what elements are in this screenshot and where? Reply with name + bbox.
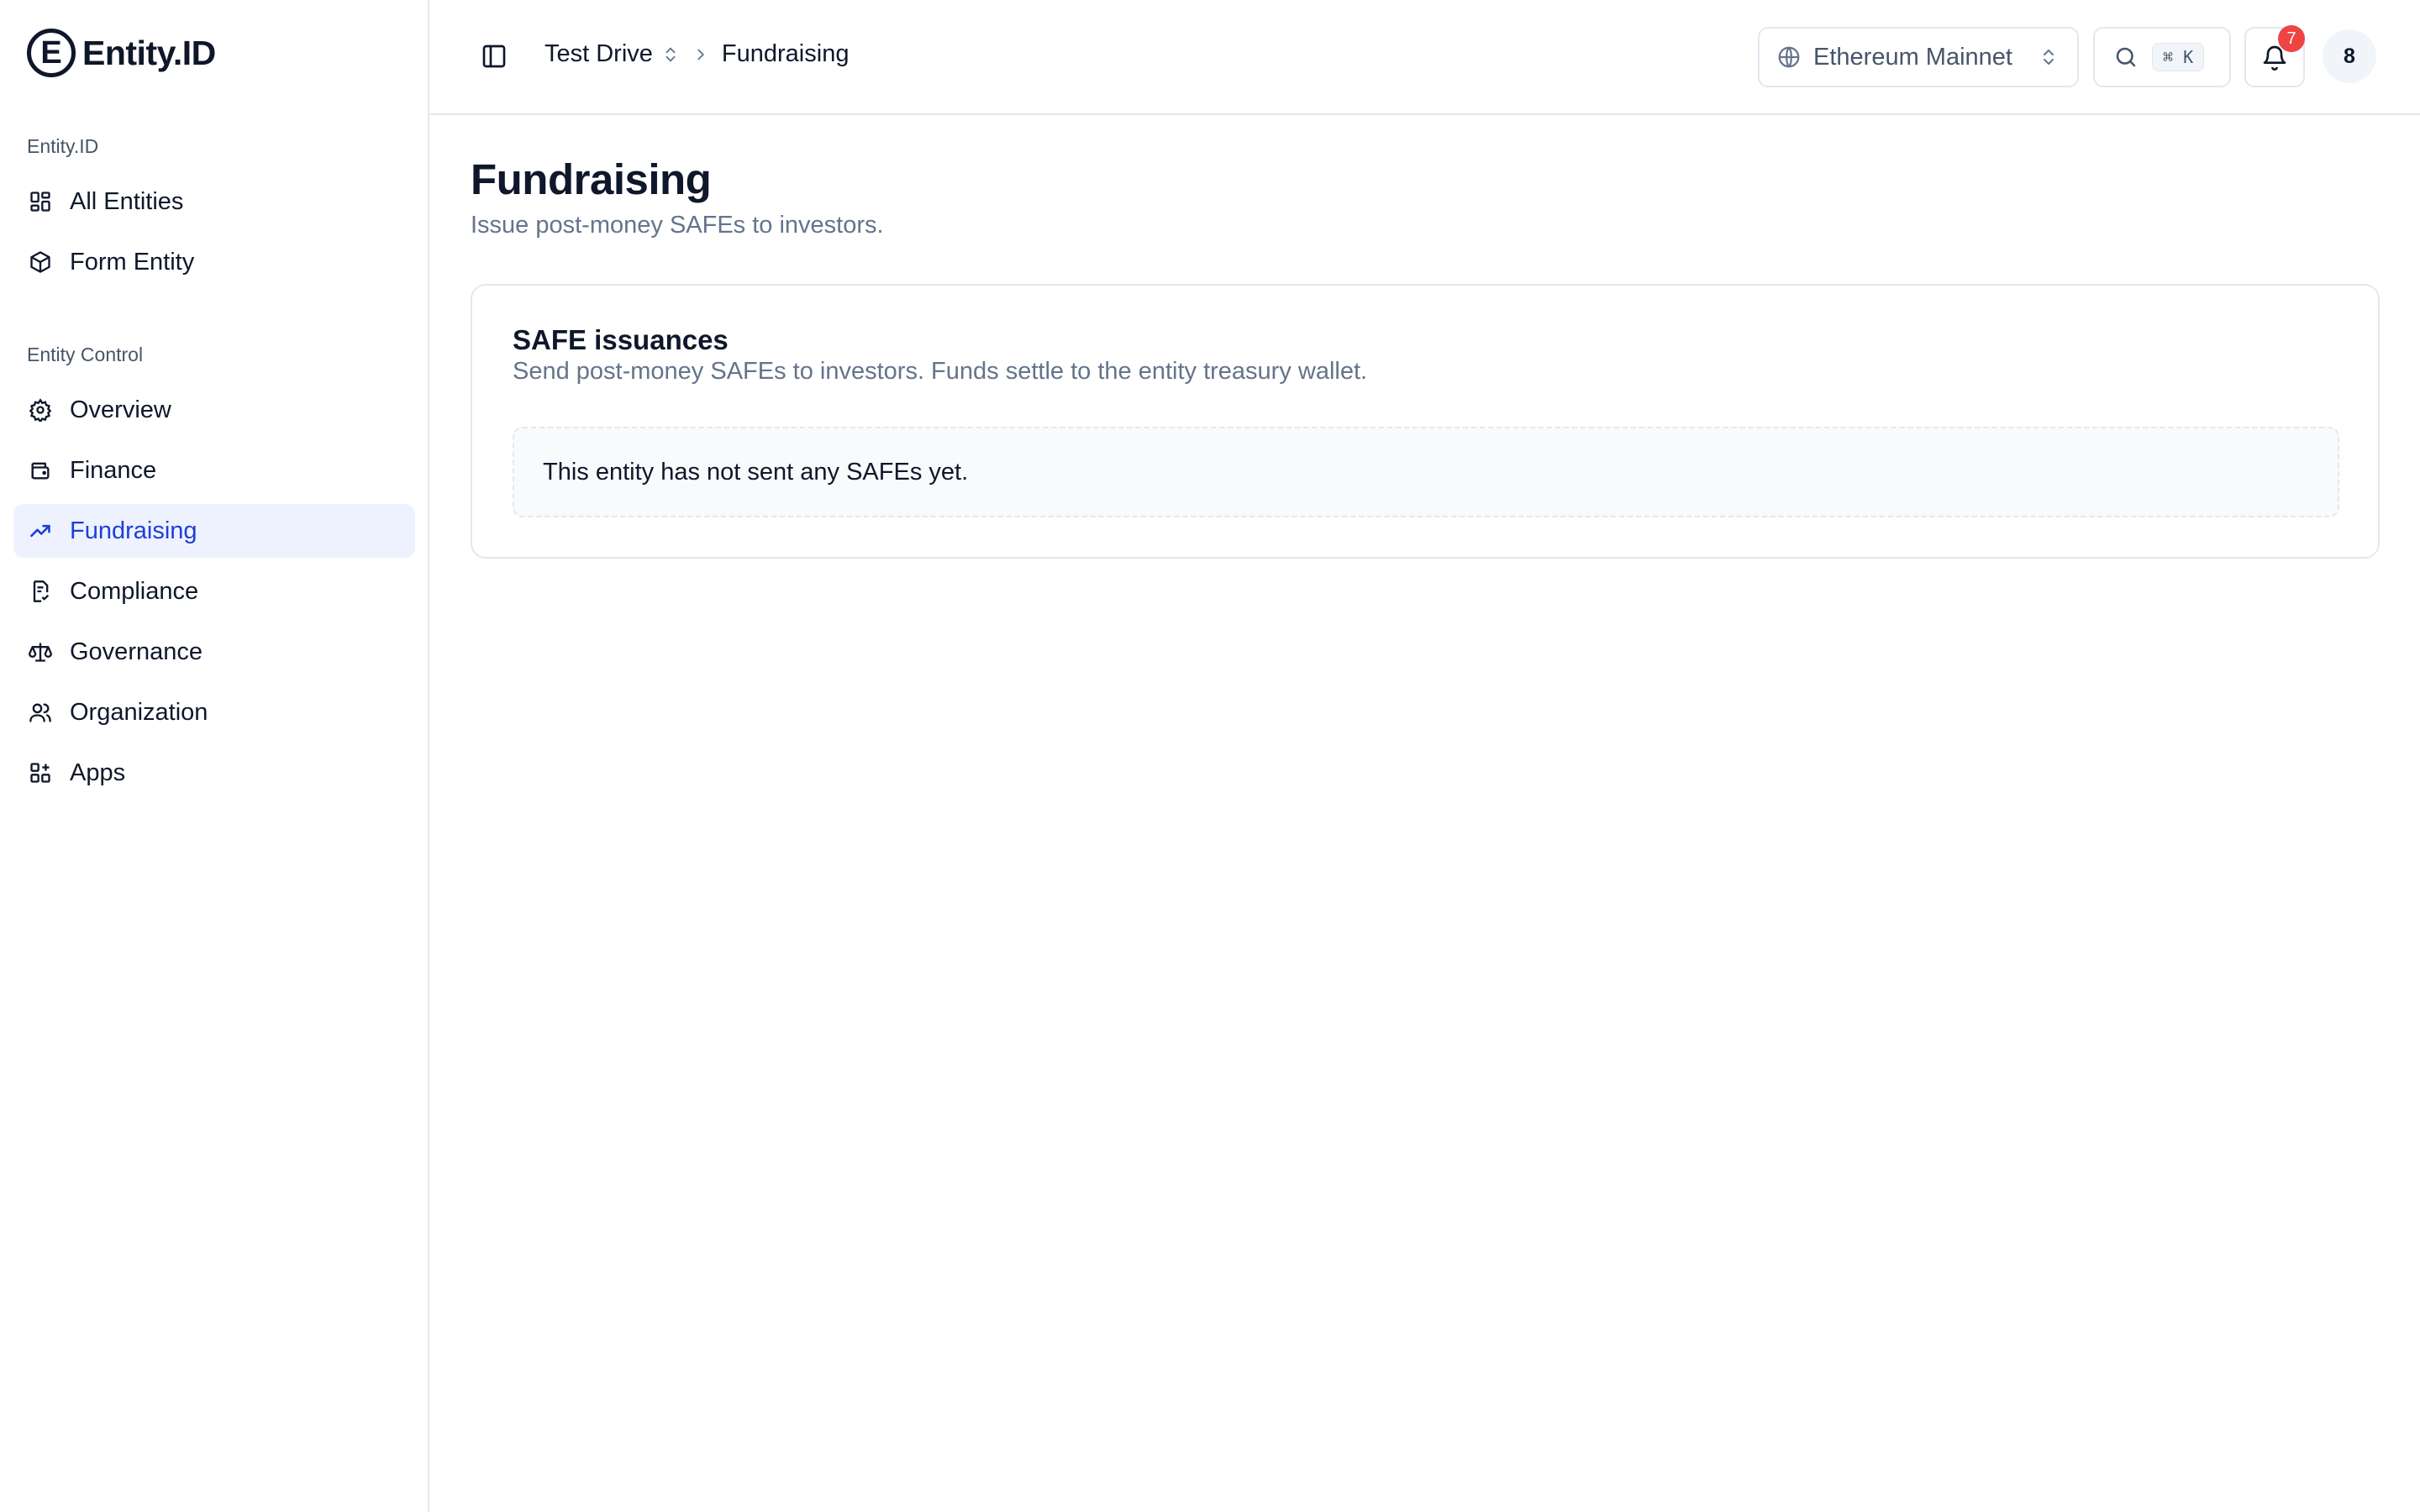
sidebar-item-all-entities[interactable]: All Entities bbox=[13, 175, 415, 228]
sidebar-item-label: Overview bbox=[70, 396, 171, 423]
sidebar-item-label: All Entities bbox=[70, 187, 184, 215]
wallet-icon bbox=[28, 458, 53, 483]
sidebar-item-label: Form Entity bbox=[70, 248, 195, 276]
page-title: Fundraising bbox=[471, 155, 712, 203]
sidebar-item-label: Fundraising bbox=[70, 517, 197, 544]
sidebar-item-form-entity[interactable]: Form Entity bbox=[13, 235, 415, 289]
document-check-icon bbox=[28, 579, 53, 604]
sidebar-item-overview[interactable]: Overview bbox=[13, 383, 415, 437]
card-description: Send post-money SAFEs to investors. Fund… bbox=[513, 358, 1368, 385]
sidebar-item-apps[interactable]: Apps bbox=[13, 746, 415, 800]
section-label-entity-id: Entity.ID bbox=[27, 135, 99, 157]
globe-icon bbox=[1778, 46, 1800, 68]
entity-name: Test Drive bbox=[544, 40, 653, 67]
sidebar-item-organization[interactable]: Organization bbox=[13, 685, 415, 739]
network-name: Ethereum Mainnet bbox=[1813, 43, 2012, 71]
users-icon bbox=[28, 700, 53, 725]
brand-logo[interactable]: E Entity.ID bbox=[27, 29, 216, 77]
brand-name: Entity.ID bbox=[82, 33, 216, 72]
notifications-button[interactable]: 7 bbox=[2244, 25, 2305, 87]
sidebar-item-label: Finance bbox=[70, 456, 157, 484]
topbar: Test Drive Fundraising Ethereum Mainnet … bbox=[429, 0, 2420, 115]
chevrons-up-down-icon bbox=[666, 46, 676, 62]
search-shortcut: ⌘ K bbox=[2152, 43, 2205, 71]
sidebar-item-fundraising[interactable]: Fundraising bbox=[13, 504, 415, 558]
logo-icon: E bbox=[27, 29, 76, 77]
scale-icon bbox=[28, 639, 53, 664]
breadcrumb: Test Drive Fundraising bbox=[544, 40, 849, 68]
sidebar-item-label: Apps bbox=[70, 759, 126, 786]
card-title: SAFE issuances bbox=[513, 324, 729, 355]
avatar[interactable]: 8 bbox=[2323, 29, 2376, 83]
sidebar-item-label: Governance bbox=[70, 638, 203, 665]
sidebar-toggle-button[interactable] bbox=[480, 42, 508, 71]
sidebar: E Entity.ID Entity.ID All Entities Form … bbox=[0, 0, 429, 1512]
empty-state: This entity has not sent any SAFEs yet. bbox=[513, 427, 2339, 517]
safe-issuances-card: SAFE issuances Send post-money SAFEs to … bbox=[471, 284, 2380, 559]
sidebar-item-finance[interactable]: Finance bbox=[13, 444, 415, 497]
trending-up-icon bbox=[28, 518, 53, 543]
sidebar-item-label: Organization bbox=[70, 698, 208, 726]
chevron-right-icon bbox=[697, 49, 704, 60]
apps-icon bbox=[28, 760, 53, 785]
page-subtitle: Issue post-money SAFEs to investors. bbox=[471, 212, 884, 239]
sidebar-item-compliance[interactable]: Compliance bbox=[13, 564, 415, 618]
panel-left-icon bbox=[482, 45, 506, 68]
main-content: Test Drive Fundraising Ethereum Mainnet … bbox=[429, 0, 2420, 1512]
grid-icon bbox=[28, 189, 53, 214]
box-icon bbox=[28, 249, 53, 275]
empty-state-message: This entity has not sent any SAFEs yet. bbox=[543, 458, 969, 486]
entity-switcher[interactable]: Test Drive bbox=[544, 40, 680, 68]
sidebar-item-governance[interactable]: Governance bbox=[13, 625, 415, 679]
network-select[interactable]: Ethereum Mainnet bbox=[1758, 27, 2079, 87]
breadcrumb-current: Fundraising bbox=[721, 40, 850, 67]
gear-icon bbox=[28, 397, 53, 423]
chevrons-up-down-icon bbox=[2044, 49, 2054, 66]
search-button[interactable]: ⌘ K bbox=[2093, 27, 2231, 87]
search-icon bbox=[2116, 47, 2136, 67]
section-label-entity-control: Entity Control bbox=[27, 344, 144, 365]
sidebar-item-label: Compliance bbox=[70, 577, 199, 605]
notification-count-badge: 7 bbox=[2278, 25, 2305, 52]
